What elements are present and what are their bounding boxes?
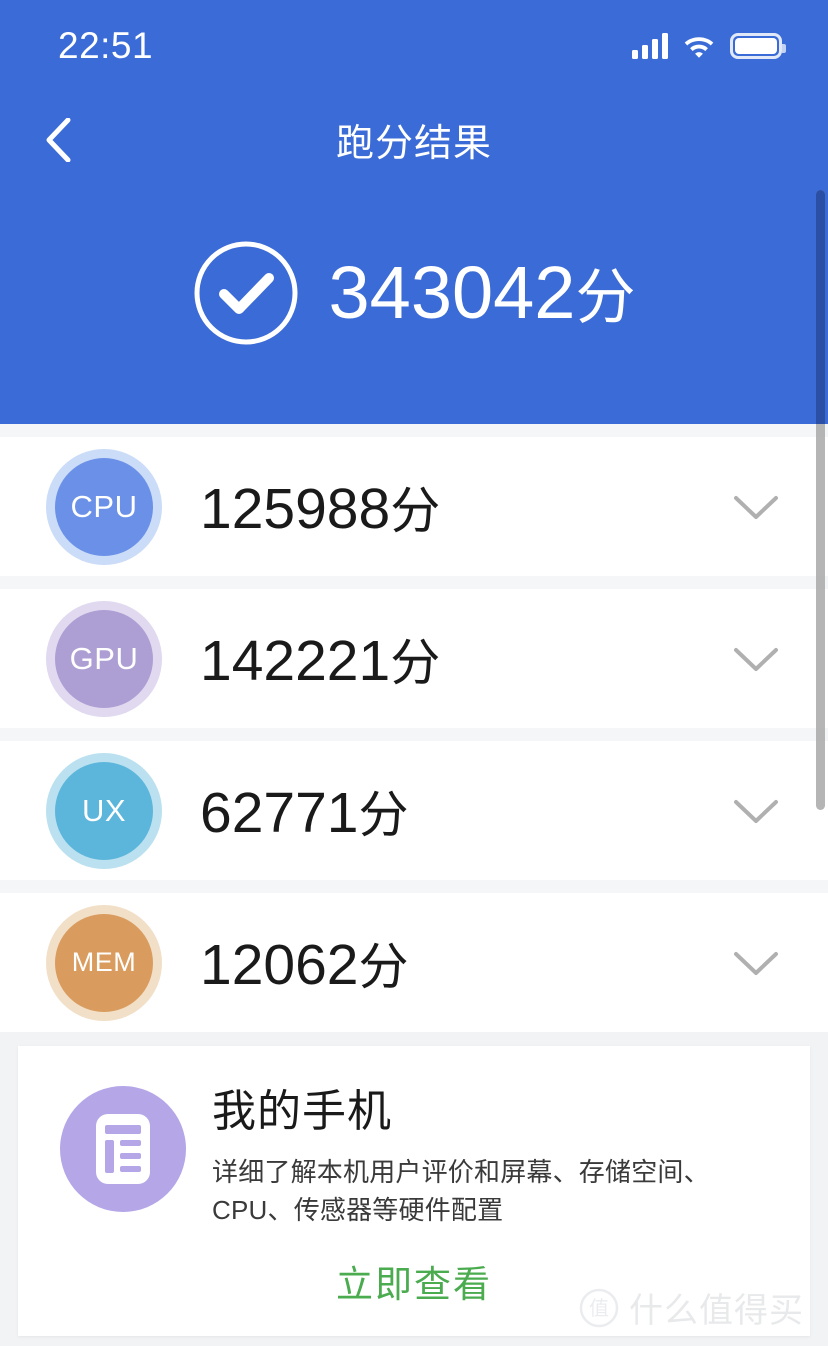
header-hero: 22:51 跑分结果 343042分: [0, 0, 828, 424]
cpu-score-unit: 分: [390, 482, 441, 539]
cpu-score-number: 125988: [200, 476, 391, 541]
card-text-block: 我的手机 详细了解本机用户评价和屏幕、存储空间、CPU、传感器等硬件配置: [212, 1084, 776, 1230]
back-button[interactable]: [22, 104, 94, 176]
bottom-card-area: 我的手机 详细了解本机用户评价和屏幕、存储空间、CPU、传感器等硬件配置 立即查…: [0, 1033, 828, 1346]
battery-full-icon: [730, 33, 786, 59]
card-description: 详细了解本机用户评价和屏幕、存储空间、CPU、传感器等硬件配置: [212, 1157, 710, 1226]
status-time: 22:51: [58, 25, 154, 66]
ux-badge: UX: [46, 752, 162, 869]
total-score-unit: 分: [575, 264, 636, 331]
score-row-ux[interactable]: UX 62771分: [0, 741, 828, 880]
ux-badge-label: UX: [55, 761, 153, 860]
gpu-score-number: 142221: [200, 628, 391, 693]
gpu-badge: GPU: [46, 600, 162, 717]
page-title: 跑分结果: [335, 123, 492, 165]
signal-bars-icon: [632, 33, 668, 59]
mem-score-number: 12062: [200, 932, 359, 997]
mem-score-unit: 分: [358, 938, 409, 995]
gpu-badge-label: GPU: [55, 609, 153, 708]
watermark: 值 什么值得买: [579, 1283, 804, 1332]
cpu-score: 125988分: [200, 471, 440, 543]
cpu-badge-label: CPU: [55, 457, 153, 556]
list-separator: [0, 880, 828, 893]
svg-text:值: 值: [589, 1297, 609, 1320]
chevron-down-icon[interactable]: [732, 492, 780, 522]
ux-score-unit: 分: [358, 786, 409, 843]
check-circle-icon: [194, 241, 298, 345]
smzdm-logo-icon: 值: [579, 1288, 619, 1327]
vertical-scrollbar-over-header[interactable]: [816, 190, 825, 424]
mem-score: 12062分: [200, 927, 409, 999]
total-score-block: 343042分: [0, 240, 828, 346]
total-score-number: 343042: [328, 251, 576, 334]
nav-bar: 跑分结果: [0, 92, 828, 187]
chevron-down-icon[interactable]: [732, 796, 780, 826]
gpu-score-unit: 分: [390, 634, 441, 691]
status-icon-group: [632, 33, 786, 59]
chevron-left-icon: [46, 117, 71, 162]
score-row-gpu[interactable]: GPU 142221分: [0, 589, 828, 728]
total-score-value: 343042分: [329, 256, 636, 330]
list-separator: [0, 576, 828, 589]
wifi-icon: [684, 37, 714, 58]
document-list-icon: [60, 1086, 186, 1212]
score-list: CPU 125988分 GPU 142221分 UX 62771分 MEM 12…: [0, 424, 828, 1032]
score-row-cpu[interactable]: CPU 125988分: [0, 437, 828, 576]
card-content: 我的手机 详细了解本机用户评价和屏幕、存储空间、CPU、传感器等硬件配置: [18, 1046, 810, 1230]
chevron-down-icon[interactable]: [732, 948, 780, 978]
gpu-score: 142221分: [200, 623, 440, 695]
watermark-text: 什么值得买: [629, 1292, 804, 1330]
status-bar: 22:51: [0, 0, 828, 92]
score-row-mem[interactable]: MEM 12062分: [0, 893, 828, 1032]
chevron-down-icon[interactable]: [732, 644, 780, 674]
cpu-badge: CPU: [46, 448, 162, 565]
mem-badge-label: MEM: [55, 913, 153, 1012]
list-separator: [0, 424, 828, 437]
benchmark-result-screen: 22:51 跑分结果 343042分 CPU 125988分 GPU 14222…: [0, 0, 828, 1346]
card-title: 我的手机: [212, 1087, 392, 1136]
list-separator: [0, 728, 828, 741]
mem-badge: MEM: [46, 904, 162, 1021]
ux-score: 62771分: [200, 775, 409, 847]
ux-score-number: 62771: [200, 780, 359, 845]
